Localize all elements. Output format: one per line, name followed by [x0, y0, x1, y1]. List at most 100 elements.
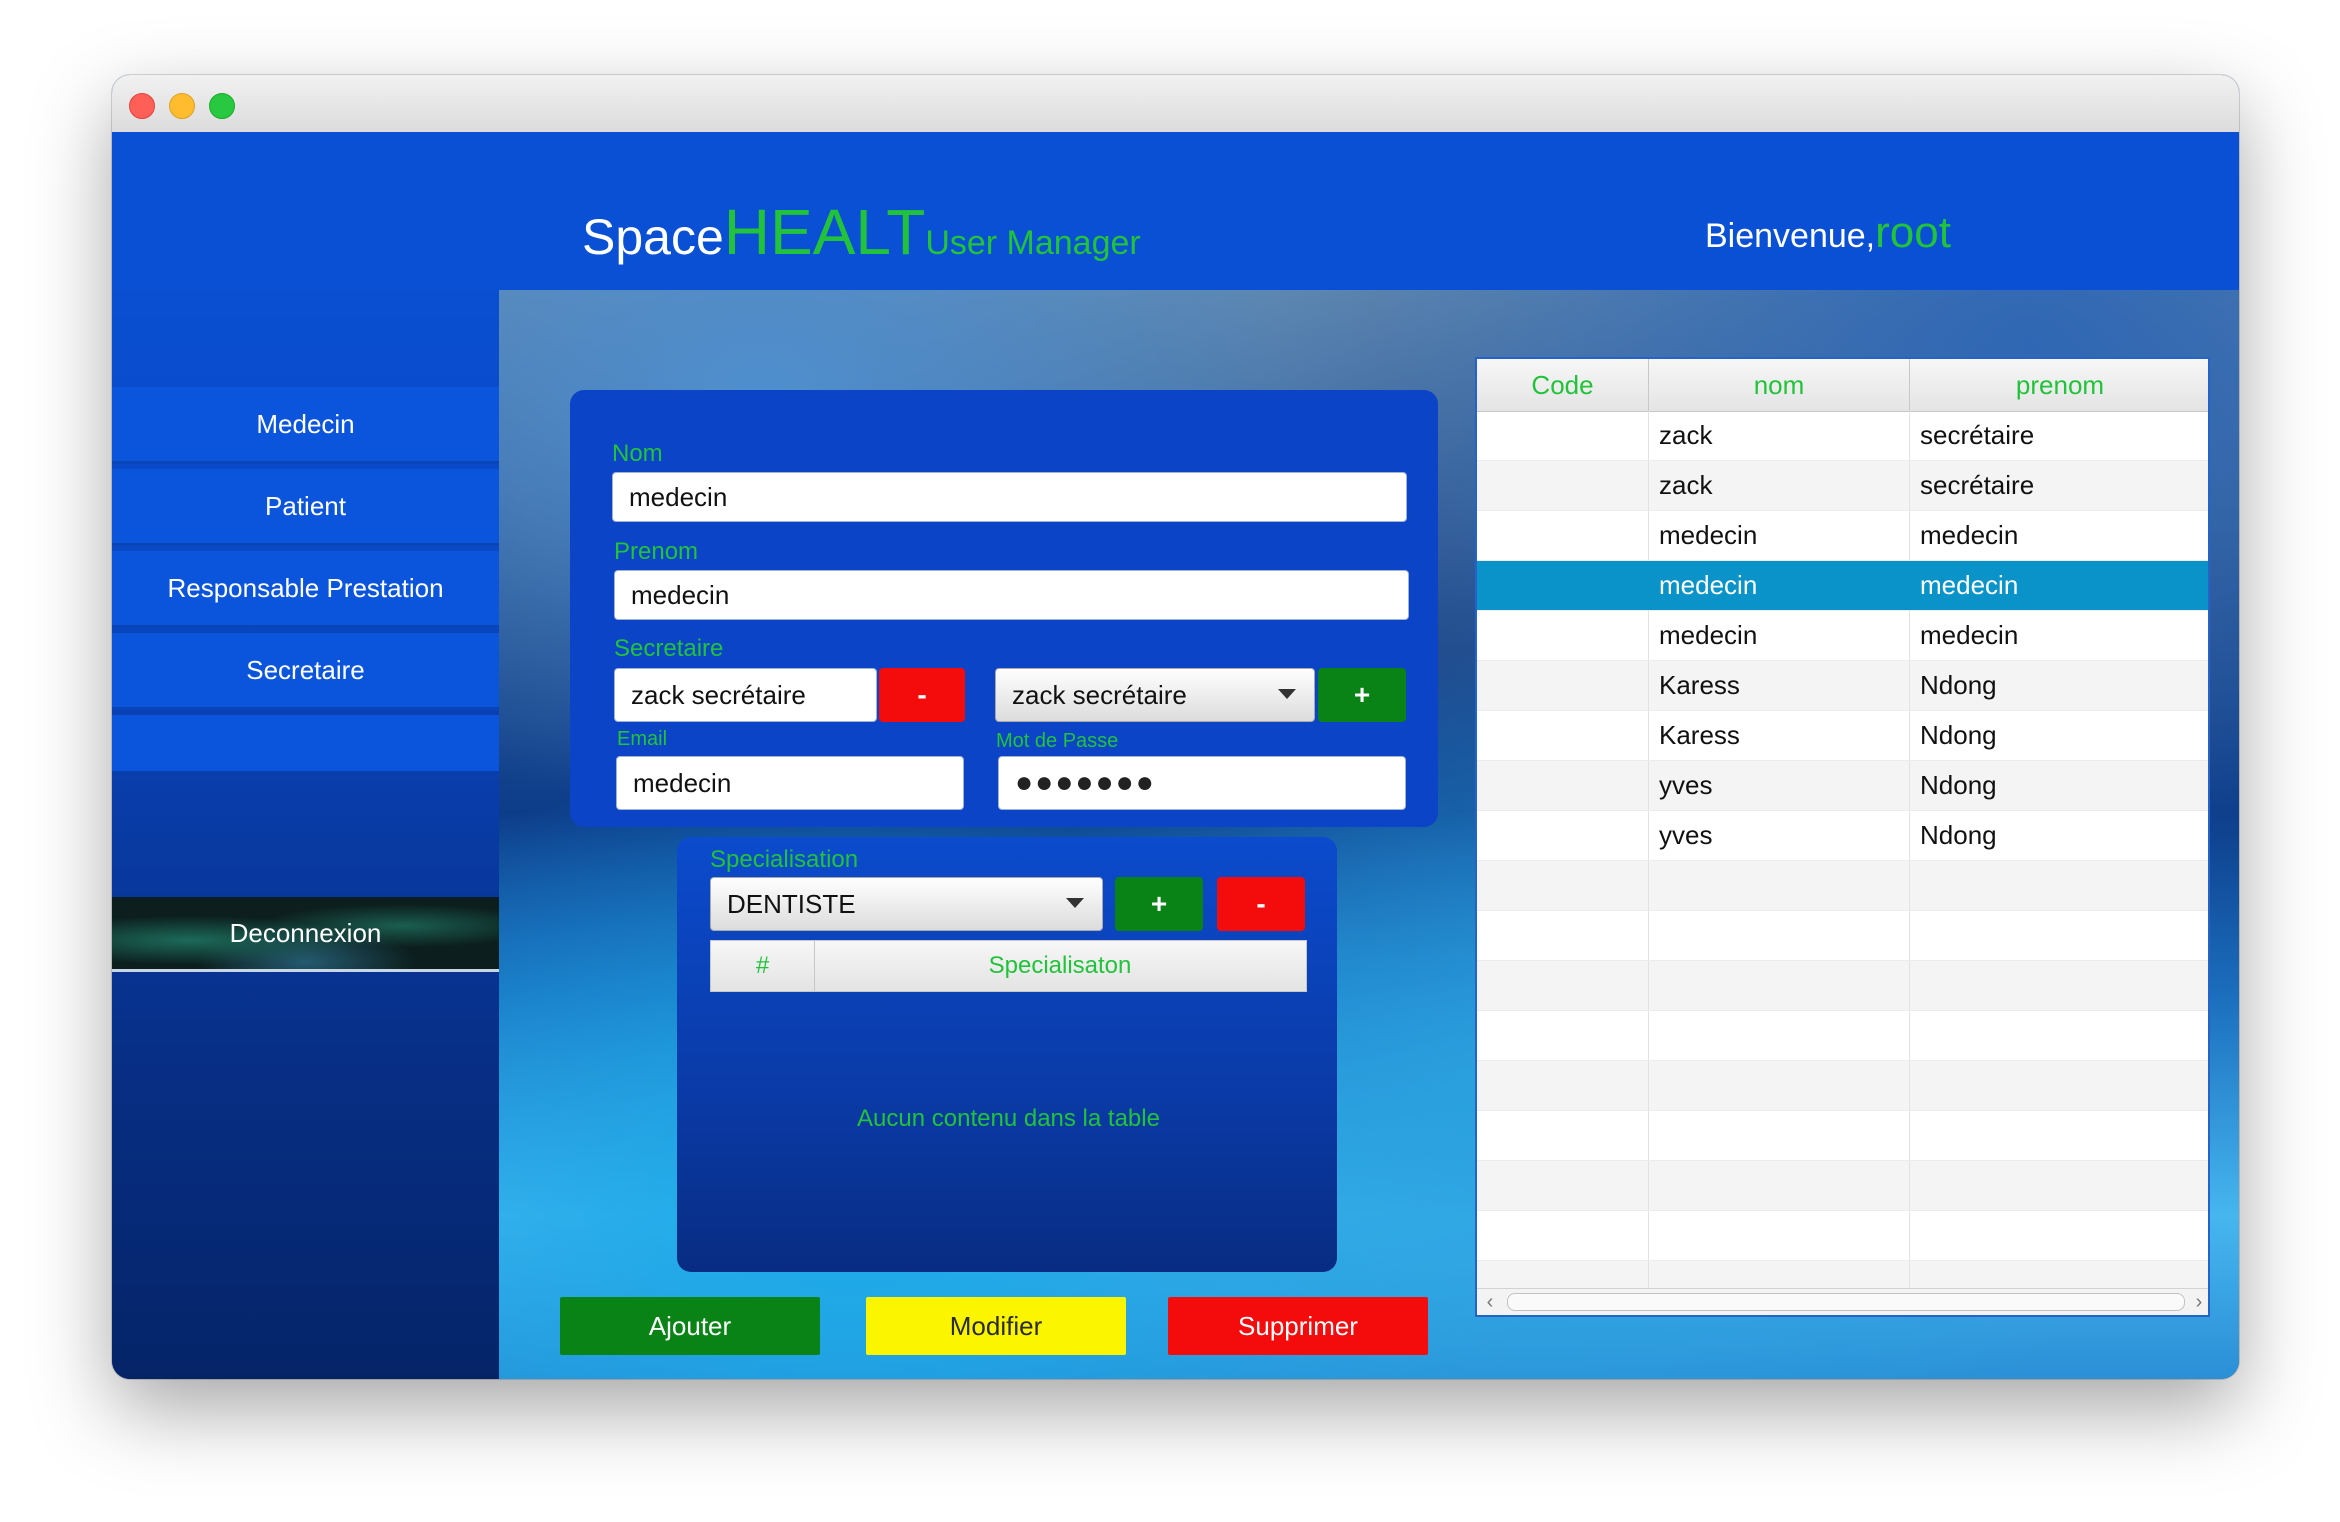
- add-button[interactable]: Ajouter: [560, 1297, 820, 1355]
- welcome-message: Bienvenue,root: [1705, 208, 1951, 258]
- delete-button[interactable]: Supprimer: [1168, 1297, 1428, 1355]
- secretaire-input[interactable]: zack secrétaire: [614, 668, 877, 722]
- table-cell-empty: [1649, 1161, 1910, 1210]
- table-cell-prenom: medecin: [1910, 611, 2208, 660]
- table-cell-empty: [1910, 1061, 2208, 1110]
- email-input[interactable]: medecin: [616, 756, 964, 810]
- table-cell-empty: [1477, 861, 1649, 910]
- table-cell-code: [1477, 461, 1649, 510]
- table-cell-empty: [1649, 961, 1910, 1010]
- table-row[interactable]: medecin medecin: [1477, 561, 2208, 611]
- specialisation-select[interactable]: DENTISTE: [710, 877, 1103, 931]
- table-cell-prenom: Ndong: [1910, 811, 2208, 860]
- table-cell-code: [1477, 761, 1649, 810]
- table-cell-prenom: Ndong: [1910, 711, 2208, 760]
- prenom-input[interactable]: medecin: [614, 570, 1409, 620]
- table-cell-code: [1477, 611, 1649, 660]
- table-cell-empty: [1649, 1011, 1910, 1060]
- sidebar-item-patient[interactable]: Patient: [112, 469, 499, 546]
- table-cell-empty: [1649, 861, 1910, 910]
- table-cell-prenom: Ndong: [1910, 761, 2208, 810]
- column-header-prenom[interactable]: prenom: [1910, 359, 2208, 411]
- horizontal-scrollbar[interactable]: ‹ ›: [1477, 1288, 2208, 1315]
- table-cell-nom: medecin: [1649, 561, 1910, 610]
- table-cell-code: [1477, 711, 1649, 760]
- secretaire-add-button[interactable]: +: [1318, 668, 1406, 722]
- column-header-number[interactable]: #: [711, 941, 815, 991]
- table-row-empty: [1477, 1211, 2208, 1261]
- table-cell-nom: medecin: [1649, 611, 1910, 660]
- logout-button[interactable]: Deconnexion: [112, 897, 499, 972]
- sidebar-spacer: [112, 715, 499, 771]
- sidebar-item-responsable-prestation[interactable]: Responsable Prestation: [112, 551, 499, 628]
- minimize-window-button[interactable]: [169, 93, 195, 119]
- chevron-down-icon: [1278, 689, 1296, 699]
- table-cell-prenom: secrétaire: [1910, 461, 2208, 510]
- specialisation-label: Specialisation: [710, 846, 859, 873]
- app-brand: SpaceHEALTUser Manager: [582, 195, 1141, 269]
- welcome-user: root: [1875, 208, 1951, 257]
- table-cell-empty: [1477, 1111, 1649, 1160]
- table-row[interactable]: yves Ndong: [1477, 761, 2208, 811]
- table-row-empty: [1477, 911, 2208, 961]
- table-cell-empty: [1477, 961, 1649, 1010]
- nom-input[interactable]: medecin: [612, 472, 1407, 522]
- chevron-right-icon[interactable]: ›: [2186, 1289, 2208, 1315]
- table-cell-prenom: medecin: [1910, 561, 2208, 610]
- specialisation-table-header: # Specialisaton: [710, 940, 1307, 992]
- sidebar-item-medecin[interactable]: Medecin: [112, 387, 499, 464]
- table-cell-empty: [1649, 1111, 1910, 1160]
- table-cell-nom: yves: [1649, 761, 1910, 810]
- table-row[interactable]: Karess Ndong: [1477, 711, 2208, 761]
- password-input[interactable]: ●●●●●●●: [998, 756, 1406, 810]
- nom-label: Nom: [612, 440, 663, 467]
- table-row-empty: [1477, 1011, 2208, 1061]
- table-cell-code: [1477, 411, 1649, 460]
- maximize-window-button[interactable]: [209, 93, 235, 119]
- table-row[interactable]: yves Ndong: [1477, 811, 2208, 861]
- email-label: Email: [617, 728, 668, 750]
- title-bar: [112, 75, 2239, 133]
- welcome-label: Bienvenue,: [1705, 217, 1876, 255]
- table-cell-empty: [1910, 861, 2208, 910]
- table-row[interactable]: medecin medecin: [1477, 511, 2208, 561]
- column-header-nom[interactable]: nom: [1649, 359, 1910, 411]
- specialisation-empty-message: Aucun contenu dans la table: [857, 1105, 1160, 1132]
- table-cell-nom: yves: [1649, 811, 1910, 860]
- table-cell-empty: [1649, 1061, 1910, 1110]
- secretaire-select-value: zack secrétaire: [1012, 679, 1187, 710]
- column-header-specialisation[interactable]: Specialisaton: [814, 941, 1306, 991]
- users-table: Code nom prenom zack secrétaire zack secrét…: [1475, 357, 2210, 1317]
- sidebar-item-secretaire[interactable]: Secretaire: [112, 633, 499, 710]
- sidebar: Medecin Patient Responsable Prestation S…: [112, 290, 499, 1379]
- table-cell-code: [1477, 811, 1649, 860]
- table-row-empty: [1477, 961, 2208, 1011]
- table-row-empty: [1477, 1111, 2208, 1161]
- scrollbar-thumb[interactable]: [1507, 1293, 2185, 1311]
- chevron-left-icon[interactable]: ‹: [1477, 1289, 1503, 1315]
- column-header-code[interactable]: Code: [1477, 359, 1649, 411]
- close-window-button[interactable]: [129, 93, 155, 119]
- table-row[interactable]: zack secrétaire: [1477, 461, 2208, 511]
- table-row-empty: [1477, 1061, 2208, 1111]
- table-row[interactable]: Karess Ndong: [1477, 661, 2208, 711]
- brand-space: Space: [582, 209, 724, 265]
- table-cell-prenom: medecin: [1910, 511, 2208, 560]
- table-cell-nom: zack: [1649, 461, 1910, 510]
- users-table-header: Code nom prenom: [1477, 359, 2208, 412]
- specialisation-remove-button[interactable]: -: [1217, 877, 1305, 931]
- table-cell-nom: Karess: [1649, 711, 1910, 760]
- table-cell-empty: [1910, 911, 2208, 960]
- table-row[interactable]: medecin medecin: [1477, 611, 2208, 661]
- table-cell-empty: [1477, 911, 1649, 960]
- table-cell-empty: [1477, 1061, 1649, 1110]
- secretaire-remove-button[interactable]: -: [879, 668, 965, 722]
- modify-button[interactable]: Modifier: [866, 1297, 1126, 1355]
- table-row-empty: [1477, 1161, 2208, 1211]
- table-row-empty: [1477, 861, 2208, 911]
- table-row[interactable]: zack secrétaire: [1477, 411, 2208, 461]
- secretaire-select[interactable]: zack secrétaire: [995, 668, 1315, 722]
- table-cell-empty: [1477, 1211, 1649, 1260]
- table-cell-nom: zack: [1649, 411, 1910, 460]
- specialisation-add-button[interactable]: +: [1115, 877, 1203, 931]
